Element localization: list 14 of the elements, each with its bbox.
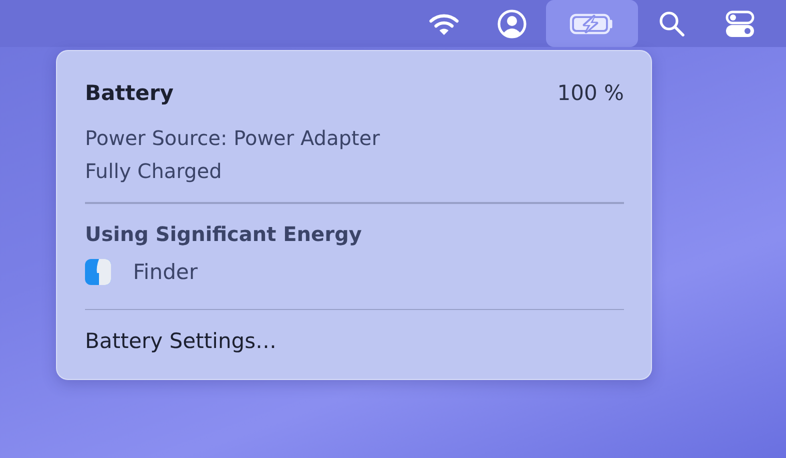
menu-title: Battery [85, 81, 174, 105]
battery-status-text: Power Source: Power Adapter [85, 125, 381, 152]
app-icon [85, 258, 111, 284]
battery-menu-button[interactable] [546, 0, 638, 47]
section-heading: Using Significant Energy [85, 220, 363, 248]
app-name[interactable]: Finder [133, 260, 198, 284]
battery-charging-icon [569, 12, 615, 36]
user-icon [497, 8, 527, 38]
battery-status-text: Fully Charged [85, 158, 223, 185]
settings-menu-item[interactable]: Battery Settings… [85, 324, 624, 358]
battery-percentage: 100 % [557, 81, 624, 105]
toggles-icon [725, 10, 755, 38]
search-icon [658, 10, 686, 38]
wifi-icon [429, 12, 459, 36]
